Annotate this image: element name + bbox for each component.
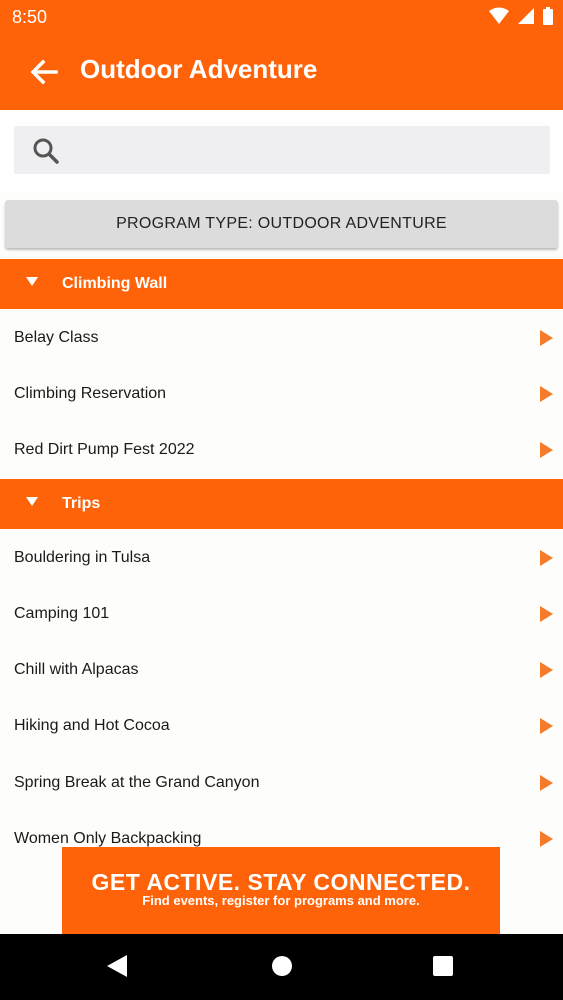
- chevron-right-icon: [540, 442, 553, 458]
- list-item-label: Chill with Alpacas: [14, 661, 139, 678]
- arrow-left-icon: [30, 59, 58, 85]
- signal-icon: [518, 8, 534, 24]
- back-button[interactable]: [24, 52, 64, 92]
- system-nav-bar: [0, 934, 563, 1000]
- collapse-triangle-icon: [26, 497, 38, 506]
- section-header-trips[interactable]: Trips: [0, 479, 563, 529]
- screen: 8:50 Outdoor Adventure PROGRAM TYPE: OUT…: [0, 0, 563, 1000]
- list-item[interactable]: Camping 101: [0, 585, 563, 641]
- list-item[interactable]: Bouldering in Tulsa: [0, 529, 563, 585]
- wifi-icon: [489, 7, 509, 24]
- collapse-triangle-icon: [26, 277, 38, 286]
- chevron-right-icon: [540, 662, 553, 678]
- section-label: Climbing Wall: [62, 275, 168, 292]
- back-triangle-icon[interactable]: [106, 954, 128, 978]
- list-item[interactable]: Spring Break at the Grand Canyon: [0, 754, 563, 810]
- banner-subtext: Find events, register for programs and m…: [142, 893, 420, 908]
- status-bar: 8:50: [0, 0, 563, 34]
- search-input[interactable]: [74, 126, 544, 174]
- section-label: Trips: [62, 495, 101, 512]
- list-item-label: Climbing Reservation: [14, 385, 167, 402]
- program-type-button[interactable]: PROGRAM TYPE: OUTDOOR ADVENTURE: [5, 200, 558, 248]
- chevron-right-icon: [540, 550, 553, 566]
- list-item-label: Red Dirt Pump Fest 2022: [14, 441, 195, 458]
- list-item[interactable]: Chill with Alpacas: [0, 641, 563, 697]
- promo-banner[interactable]: GET ACTIVE. STAY CONNECTED. Find events,…: [62, 847, 500, 935]
- list-item[interactable]: Hiking and Hot Cocoa: [0, 697, 563, 753]
- list-item-label: Camping 101: [14, 605, 110, 622]
- list-item-label: Women Only Backpacking: [14, 830, 202, 847]
- section-header-climbing-wall[interactable]: Climbing Wall: [0, 259, 563, 309]
- list-item-label: Bouldering in Tulsa: [14, 549, 151, 566]
- list-item[interactable]: Red Dirt Pump Fest 2022: [0, 421, 563, 477]
- list-item-label: Belay Class: [14, 329, 99, 346]
- list-item[interactable]: Belay Class: [0, 309, 563, 365]
- home-circle-icon[interactable]: [271, 954, 293, 978]
- recents-square-icon[interactable]: [432, 954, 454, 978]
- banner-headline: GET ACTIVE. STAY CONNECTED.: [91, 869, 471, 895]
- chevron-right-icon: [540, 330, 553, 346]
- chevron-right-icon: [540, 831, 553, 847]
- chevron-right-icon: [540, 606, 553, 622]
- list-item-label: Spring Break at the Grand Canyon: [14, 774, 260, 791]
- page-title: Outdoor Adventure: [80, 54, 318, 84]
- status-time: 8:50: [12, 7, 48, 27]
- search-container: [0, 110, 563, 192]
- battery-icon: [543, 7, 553, 25]
- chevron-right-icon: [540, 718, 553, 734]
- chevron-right-icon: [540, 775, 553, 791]
- app-bar: Outdoor Adventure: [0, 34, 563, 110]
- list-item-label: Hiking and Hot Cocoa: [14, 717, 170, 734]
- status-icons: [489, 7, 553, 25]
- search-icon: [33, 138, 59, 164]
- chevron-right-icon: [540, 386, 553, 402]
- list-item[interactable]: Climbing Reservation: [0, 365, 563, 421]
- search-box[interactable]: [14, 126, 550, 174]
